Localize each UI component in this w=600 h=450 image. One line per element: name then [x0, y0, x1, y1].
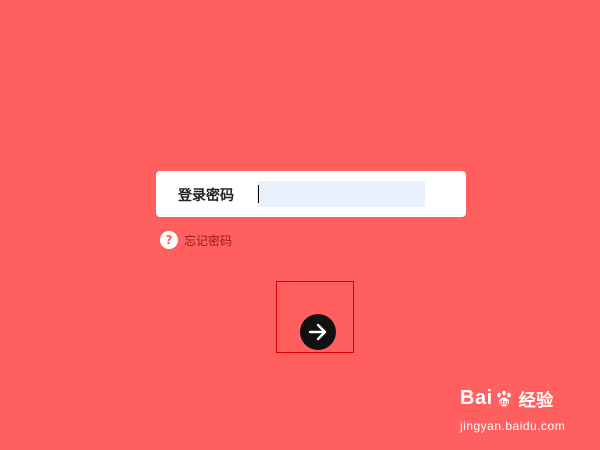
- forgot-password-label: 忘记密码: [184, 233, 233, 248]
- text-caret: [258, 185, 259, 203]
- password-label: 登录密码: [178, 188, 234, 204]
- svg-text:du: du: [499, 400, 509, 407]
- forgot-password-link[interactable]: ? 忘记密码: [160, 231, 232, 249]
- login-submit-button[interactable]: [300, 314, 336, 350]
- watermark-brand-right: 经验: [518, 391, 554, 410]
- password-input[interactable]: [257, 181, 425, 207]
- baidu-paw-icon: du: [494, 389, 514, 409]
- question-icon: ?: [160, 231, 178, 249]
- arrow-right-icon: [308, 323, 327, 341]
- password-row: 登录密码: [156, 171, 466, 217]
- watermark-brand-left: Bai: [460, 387, 493, 409]
- watermark-brand: Bai du 经验: [460, 386, 590, 411]
- baidu-jingyan-watermark: Bai du 经验 jingyan.baidu.com: [460, 386, 590, 442]
- watermark-domain: jingyan.baidu.com: [460, 419, 566, 433]
